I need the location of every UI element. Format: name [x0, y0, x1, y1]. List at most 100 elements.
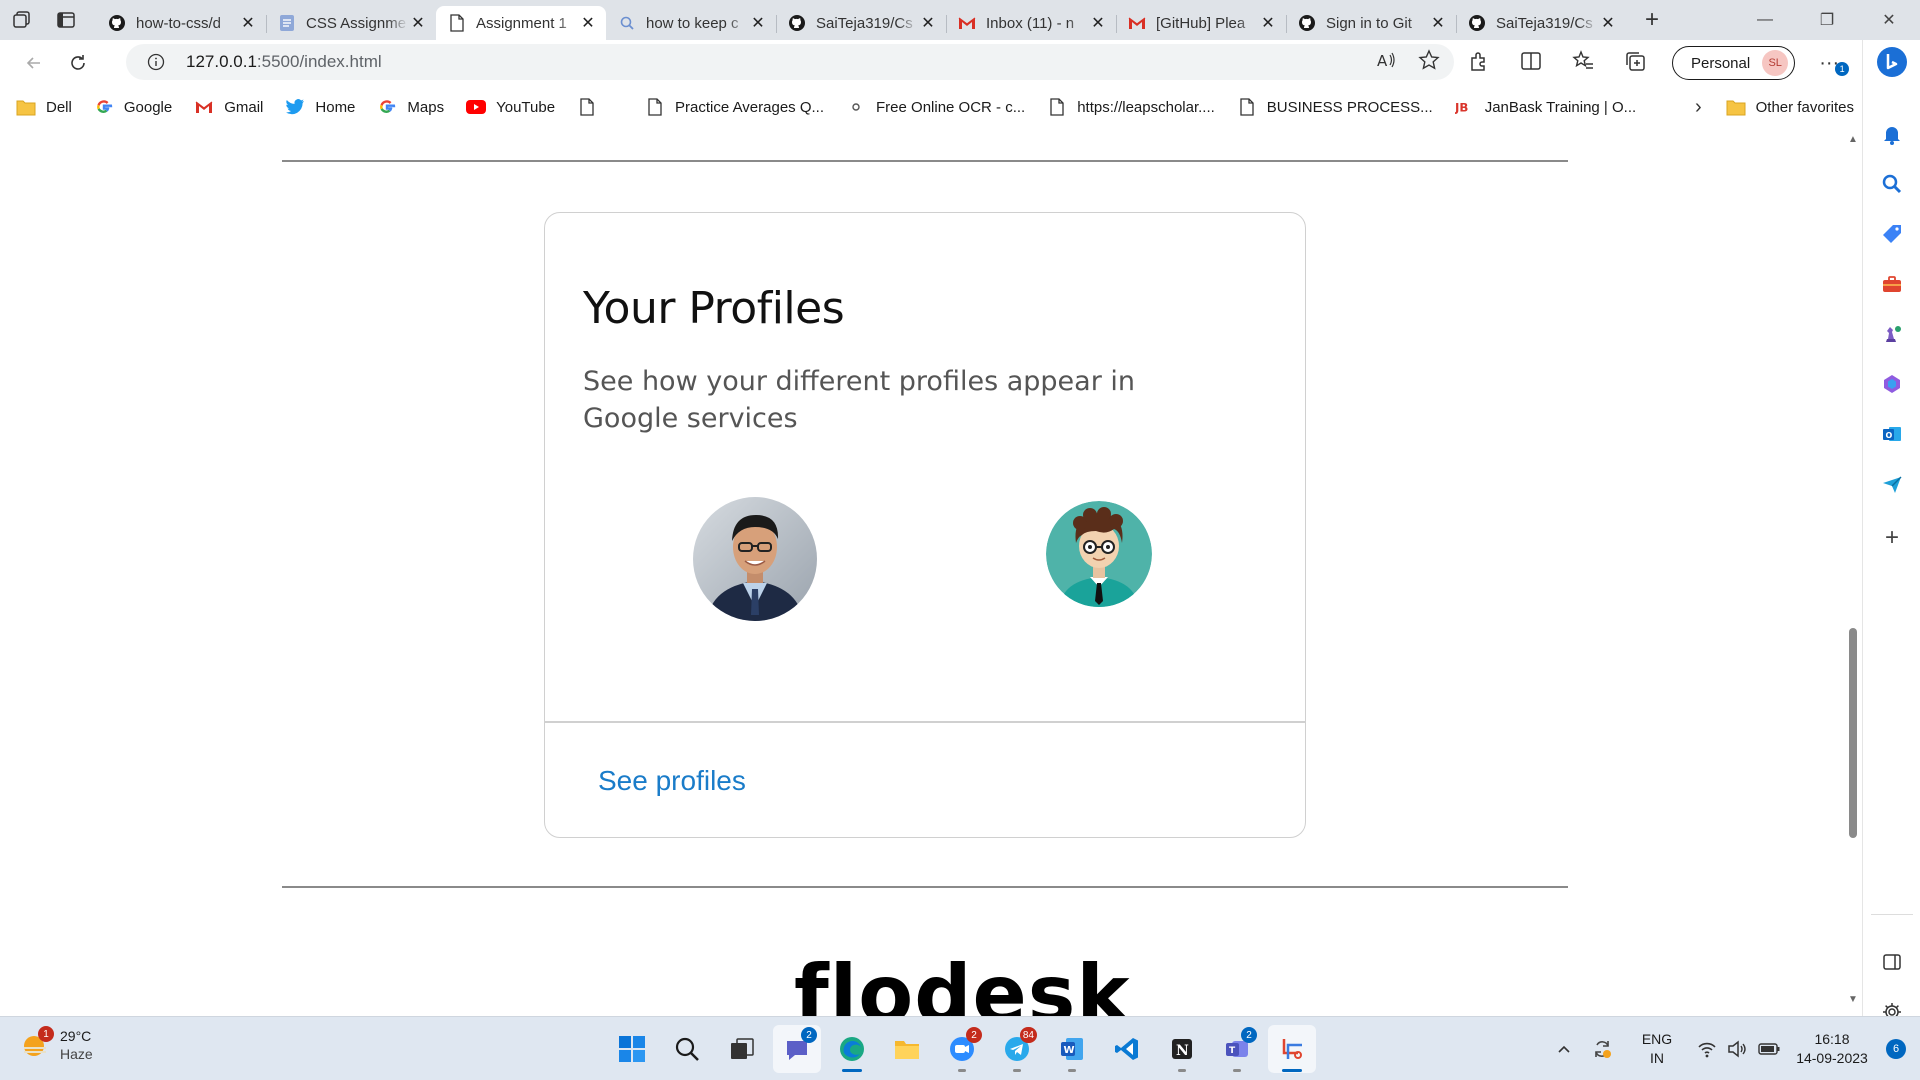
- close-tab-icon[interactable]: ✕: [408, 13, 428, 33]
- tab-7[interactable]: [GitHub] Plea ✕: [1116, 6, 1286, 40]
- notion-icon[interactable]: N: [1158, 1025, 1206, 1073]
- other-favorites[interactable]: Other favorites: [1726, 97, 1854, 117]
- close-tab-icon[interactable]: ✕: [1088, 13, 1108, 33]
- site-info-icon[interactable]: [136, 53, 176, 71]
- tools-briefcase-icon[interactable]: [1863, 264, 1920, 304]
- read-aloud-icon[interactable]: A: [1376, 50, 1396, 75]
- sync-icon[interactable]: [1582, 1038, 1622, 1060]
- bookmark-label: Gmail: [224, 98, 264, 116]
- volume-icon[interactable]: [1722, 1039, 1752, 1059]
- close-tab-icon[interactable]: ✕: [1598, 13, 1618, 33]
- search-icon[interactable]: [1863, 164, 1920, 204]
- close-tab-icon[interactable]: ✕: [1428, 13, 1448, 33]
- teams-icon[interactable]: T 2: [1213, 1025, 1261, 1073]
- zoom-icon[interactable]: 2: [938, 1025, 986, 1073]
- more-options-icon[interactable]: ··· 1: [1819, 52, 1850, 76]
- tab-3[interactable]: Assignment 1 ✕: [436, 6, 606, 40]
- taskbar-search-icon[interactable]: [663, 1025, 711, 1073]
- region-code: IN: [1650, 1050, 1664, 1066]
- tab-4[interactable]: how to keep c ✕: [606, 6, 776, 40]
- see-profiles-link[interactable]: See profiles: [598, 765, 746, 797]
- weather-widget[interactable]: 1 29°C Haze: [20, 1026, 93, 1063]
- tab-8[interactable]: Sign in to Git ✕: [1286, 6, 1456, 40]
- bookmark-1[interactable]: Dell: [16, 97, 72, 117]
- tab-5[interactable]: SaiTeja319/Cs ✕: [776, 6, 946, 40]
- hide-sidebar-icon[interactable]: [1863, 942, 1920, 982]
- tab-6[interactable]: Inbox (11) - n ✕: [946, 6, 1116, 40]
- notification-center[interactable]: 6: [1878, 1039, 1914, 1059]
- svg-text:JB: JB: [1455, 101, 1468, 115]
- page-icon: [1047, 97, 1067, 117]
- split-screen-icon[interactable]: [1520, 50, 1542, 77]
- tab-2[interactable]: CSS Assignme ✕: [266, 6, 436, 40]
- tab-actions-icon[interactable]: [44, 0, 88, 40]
- microsoft-365-icon[interactable]: [1863, 364, 1920, 404]
- address-bar[interactable]: 127.0.0.1:5500/index.html A: [126, 44, 1454, 80]
- profile-button[interactable]: Personal SL: [1672, 46, 1796, 80]
- bookmark-12[interactable]: JB JanBask Training | O...: [1455, 97, 1636, 117]
- close-tab-icon[interactable]: ✕: [238, 13, 258, 33]
- snipping-tool-icon[interactable]: [1268, 1025, 1316, 1073]
- games-chess-icon[interactable]: [1863, 314, 1920, 354]
- favorites-icon[interactable]: [1572, 49, 1594, 77]
- send-plane-icon[interactable]: [1863, 464, 1920, 504]
- word-icon[interactable]: W: [1048, 1025, 1096, 1073]
- notifications-bell-icon[interactable]: [1863, 114, 1920, 154]
- bookmark-3[interactable]: Gmail: [194, 97, 263, 117]
- scroll-thumb[interactable]: [1849, 628, 1857, 838]
- url-text[interactable]: 127.0.0.1:5500/index.html: [186, 52, 382, 72]
- bookmark-label: JanBask Training | O...: [1484, 98, 1637, 116]
- battery-icon[interactable]: [1752, 1042, 1786, 1056]
- bookmark-8[interactable]: Practice Averages Q...: [645, 97, 824, 117]
- new-tab-button[interactable]: +: [1632, 3, 1672, 37]
- back-button[interactable]: [12, 43, 56, 83]
- scroll-up-icon[interactable]: ▲: [1848, 134, 1858, 145]
- top-divider: [282, 160, 1568, 162]
- bookmark-7[interactable]: [577, 97, 607, 117]
- page-icon: [448, 14, 466, 32]
- close-tab-icon[interactable]: ✕: [748, 13, 768, 33]
- vscode-icon[interactable]: [1103, 1025, 1151, 1073]
- bookmark-4[interactable]: Home: [285, 97, 355, 117]
- close-tab-icon[interactable]: ✕: [578, 13, 598, 33]
- github-icon: [788, 14, 806, 32]
- minimize-button[interactable]: —: [1734, 0, 1796, 40]
- favorite-star-icon[interactable]: [1418, 48, 1440, 76]
- wifi-icon[interactable]: [1692, 1039, 1722, 1059]
- page-scrollbar[interactable]: ▲ ▼: [1844, 128, 1862, 1016]
- chevron-right-icon[interactable]: ›: [1695, 96, 1702, 119]
- bookmark-label: Home: [315, 98, 356, 116]
- telegram-icon[interactable]: 84: [993, 1025, 1041, 1073]
- bookmark-10[interactable]: https://leapscholar....: [1047, 97, 1215, 117]
- scroll-down-icon[interactable]: ▼: [1848, 994, 1858, 1005]
- bookmark-11[interactable]: BUSINESS PROCESS...: [1237, 97, 1433, 117]
- close-tab-icon[interactable]: ✕: [918, 13, 938, 33]
- language-indicator[interactable]: ENG IN: [1622, 1030, 1692, 1068]
- collections-icon[interactable]: [1624, 50, 1646, 77]
- workspaces-icon[interactable]: [0, 0, 44, 40]
- bookmark-label: Practice Averages Q...: [675, 98, 825, 116]
- tab-1[interactable]: how-to-css/d ✕: [96, 6, 266, 40]
- clock[interactable]: 16:18 14-09-2023: [1786, 1030, 1878, 1068]
- bookmark-5[interactable]: Maps: [377, 97, 444, 117]
- edge-browser-icon[interactable]: [828, 1025, 876, 1073]
- refresh-button[interactable]: [56, 43, 100, 83]
- file-explorer-icon[interactable]: [883, 1025, 931, 1073]
- chevron-up-icon[interactable]: [1546, 1041, 1582, 1057]
- bing-copilot-icon[interactable]: [1863, 42, 1920, 82]
- outlook-icon[interactable]: O: [1863, 414, 1920, 454]
- bookmark-2[interactable]: Google: [94, 97, 172, 117]
- extensions-icon[interactable]: [1468, 50, 1490, 77]
- tab-9[interactable]: SaiTeja319/Cs ✕: [1456, 6, 1626, 40]
- maximize-button[interactable]: ❐: [1796, 0, 1858, 40]
- start-windows-icon[interactable]: [608, 1025, 656, 1073]
- bookmark-9[interactable]: Free Online OCR - c...: [846, 97, 1025, 117]
- add-sidebar-app-icon[interactable]: +: [1863, 518, 1920, 558]
- chat-app-icon[interactable]: 2: [773, 1025, 821, 1073]
- folder-icon: [1726, 97, 1746, 117]
- task-view-icon[interactable]: [718, 1025, 766, 1073]
- close-window-button[interactable]: ✕: [1858, 0, 1920, 40]
- close-tab-icon[interactable]: ✕: [1258, 13, 1278, 33]
- shopping-tag-icon[interactable]: [1863, 214, 1920, 254]
- bookmark-6[interactable]: YouTube: [466, 97, 555, 117]
